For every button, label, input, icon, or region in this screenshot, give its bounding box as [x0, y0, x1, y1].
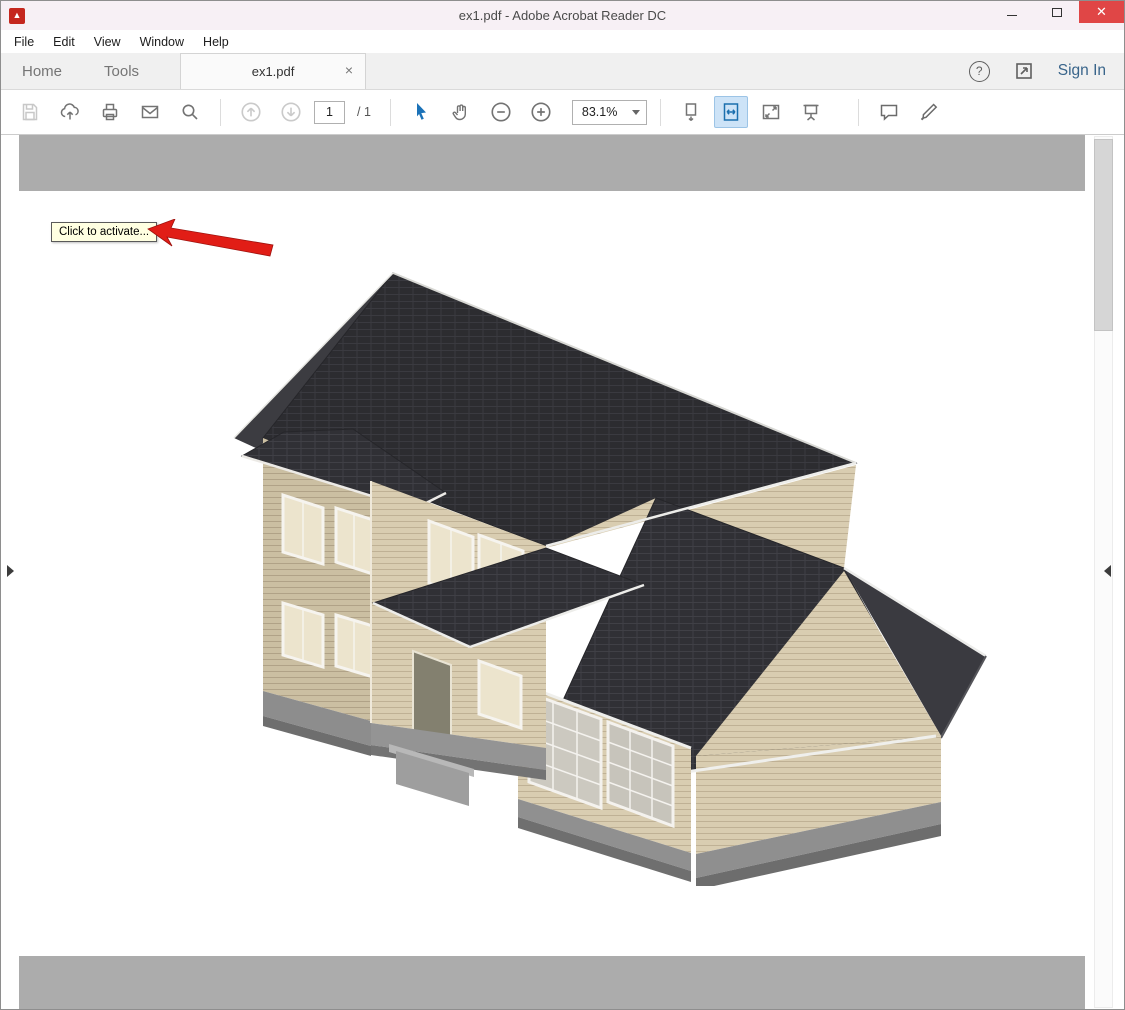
cloud-upload-button[interactable]	[53, 96, 87, 128]
help-icon[interactable]: ?	[969, 61, 990, 82]
print-button[interactable]	[93, 96, 127, 128]
highlight-button[interactable]	[912, 96, 946, 128]
page-up-icon	[239, 100, 263, 124]
right-panel-expand-icon[interactable]	[1104, 565, 1111, 577]
next-page-button[interactable]	[274, 96, 308, 128]
page-down-icon	[279, 100, 303, 124]
tabbar: Home Tools ex1.pdf × ? Sign In	[1, 53, 1124, 90]
page-number-input[interactable]	[314, 101, 345, 124]
email-icon	[139, 101, 161, 123]
print-icon	[99, 101, 121, 123]
toolbar-separator	[390, 99, 391, 126]
fullscreen-button[interactable]	[754, 96, 788, 128]
cloud-upload-icon	[59, 101, 81, 123]
zoom-caret	[626, 110, 646, 115]
tab-close-icon[interactable]: ×	[345, 63, 353, 77]
menu-item-window[interactable]: Window	[140, 35, 184, 49]
maximize-icon	[1052, 8, 1062, 17]
scroll-mode-button[interactable]	[674, 96, 708, 128]
chevron-down-icon	[632, 110, 640, 115]
house-rendering	[224, 246, 994, 886]
fit-page-icon	[720, 101, 742, 123]
click-to-activate-button[interactable]: Click to activate...	[51, 222, 157, 242]
acrobat-window: ▲ ex1.pdf - Adobe Acrobat Reader DC ✕ Fi…	[0, 0, 1125, 1010]
menu-item-file[interactable]: File	[14, 35, 34, 49]
select-tool-icon	[410, 101, 432, 123]
presentation-button[interactable]	[794, 96, 828, 128]
close-icon: ✕	[1096, 4, 1107, 20]
sign-in-button[interactable]: Sign In	[1058, 62, 1106, 80]
window-controls: ✕	[989, 1, 1124, 23]
tab-tools[interactable]: Tools	[83, 53, 160, 89]
red-arrow-annotation	[145, 219, 277, 261]
fullscreen-icon	[760, 101, 782, 123]
tabbar-right: ? Sign In	[969, 53, 1124, 89]
window-mode-icon[interactable]	[1014, 61, 1034, 81]
menu-item-edit[interactable]: Edit	[53, 35, 75, 49]
toolbar-separator	[220, 99, 221, 126]
minimize-button[interactable]	[989, 1, 1034, 23]
search-icon	[179, 101, 201, 123]
comment-icon	[878, 101, 900, 123]
save-button[interactable]	[13, 96, 47, 128]
zoom-level-dropdown[interactable]: 83.1%	[572, 100, 647, 125]
toolbar-separator	[858, 99, 859, 126]
acrobat-icon: ▲	[9, 8, 25, 24]
previous-page-button[interactable]	[234, 96, 268, 128]
toolbar: / 1 83.1%	[1, 90, 1124, 135]
titlebar: ▲ ex1.pdf - Adobe Acrobat Reader DC ✕	[1, 1, 1124, 30]
zoom-out-icon	[489, 100, 513, 124]
minimize-icon	[1007, 15, 1017, 17]
scroll-mode-icon	[680, 101, 702, 123]
select-tool-button[interactable]	[404, 96, 438, 128]
page-count-label: / 1	[357, 105, 371, 119]
hand-tool-button[interactable]	[444, 96, 478, 128]
menu-item-view[interactable]: View	[94, 35, 121, 49]
left-panel-expand-icon[interactable]	[7, 565, 14, 577]
tab-document[interactable]: ex1.pdf ×	[180, 53, 366, 89]
scrollbar-thumb[interactable]	[1094, 139, 1113, 331]
presentation-icon	[800, 101, 822, 123]
zoom-in-icon	[529, 100, 553, 124]
right-panel-rail	[1085, 135, 1124, 1009]
pdf-page: Click to activate...	[19, 191, 1085, 956]
fit-page-button[interactable]	[714, 96, 748, 128]
zoom-out-button[interactable]	[484, 96, 518, 128]
window-title: ex1.pdf - Adobe Acrobat Reader DC	[1, 8, 1124, 23]
search-button[interactable]	[173, 96, 207, 128]
menubar: File Edit View Window Help	[1, 30, 1124, 53]
document-viewport: Click to activate...	[19, 135, 1085, 1009]
zoom-in-button[interactable]	[524, 96, 558, 128]
comment-button[interactable]	[872, 96, 906, 128]
zoom-level-value: 83.1%	[573, 105, 626, 119]
hand-tool-icon	[450, 101, 472, 123]
highlight-icon	[918, 101, 940, 123]
document-area: Click to activate...	[1, 135, 1124, 1009]
document-tab-label: ex1.pdf	[252, 64, 295, 79]
toolbar-separator	[660, 99, 661, 126]
close-button[interactable]: ✕	[1079, 1, 1124, 23]
maximize-button[interactable]	[1034, 1, 1079, 23]
save-icon	[19, 101, 41, 123]
menu-item-help[interactable]: Help	[203, 35, 229, 49]
tab-home[interactable]: Home	[1, 53, 83, 89]
email-button[interactable]	[133, 96, 167, 128]
left-panel-rail	[1, 135, 19, 1009]
